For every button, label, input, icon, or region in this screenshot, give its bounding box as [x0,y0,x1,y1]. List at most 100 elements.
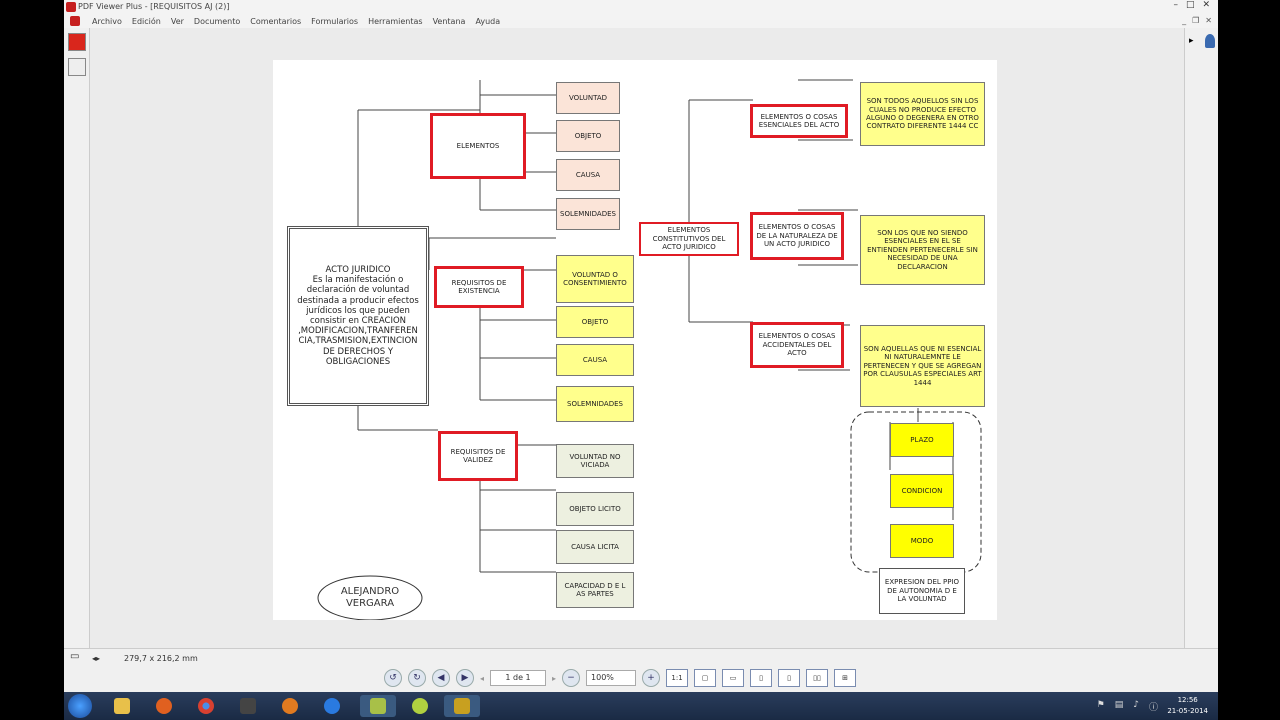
menu-comentarios[interactable]: Comentarios [250,17,301,26]
doc-restore-icon[interactable]: ❐ [1192,16,1199,25]
document-icon[interactable] [70,16,80,26]
voluntad-no-viciada-box: VOLUNTAD NO VICIADA [556,444,634,478]
zoom-in-icon[interactable]: + [642,669,661,687]
start-button-icon[interactable] [68,694,92,718]
page-input[interactable]: 1 de 1 [490,670,547,686]
media-player-icon [156,698,172,714]
requisitos-existencia-box: REQUISITOS DE EXISTENCIA [434,266,524,308]
objeto-licito-box: OBJETO LICITO [556,492,634,526]
comment-icon[interactable]: ▭ [70,651,79,662]
firefox-icon [282,698,298,714]
autonomia-box: EXPRESION DEL PPIO DE AUTONOMIA D E LA V… [879,568,965,614]
causa-box: CAUSA [556,159,620,191]
clock-date: 21-05-2014 [1167,707,1208,715]
single-page-icon[interactable]: ▯ [750,669,773,687]
existencia-solemnidades-box: SOLEMNIDADES [556,386,634,422]
thumbnails-icon[interactable] [68,33,86,51]
ie-taskbar-button[interactable] [314,695,350,717]
menu-documento[interactable]: Documento [194,17,240,26]
actual-size-icon[interactable]: 1:1 [666,669,689,687]
pdf-taskbar-button[interactable] [360,695,396,717]
app-logo-icon [66,2,76,12]
recorder-taskbar-button[interactable] [444,695,480,717]
pdf-viewer-icon [370,698,386,714]
folder-icon [114,698,130,714]
requisitos-validez-box: REQUISITOS DE VALIDEZ [438,431,518,481]
rotate-left-icon[interactable]: ↺ [384,669,402,687]
app-icon [240,698,256,714]
explorer-taskbar-button[interactable] [104,695,140,717]
maximize-icon[interactable]: □ [1186,0,1195,10]
app-taskbar-button[interactable] [230,695,266,717]
author-label: ALEJANDRO VERGARA [340,586,400,609]
internet-explorer-icon [324,698,340,714]
rotate-right-icon[interactable]: ↻ [408,669,426,687]
volume-icon[interactable]: ♪ [1133,700,1139,713]
acto-juridico-box: ACTO JURIDICO Es la manifestación o decl… [287,226,429,406]
menu-herramientas[interactable]: Herramientas [368,17,423,26]
zoom-select[interactable]: 100% [586,670,637,686]
minimize-icon[interactable]: – [1173,0,1178,10]
causa-licita-box: CAUSA LICITA [556,530,634,564]
close-icon[interactable]: ✕ [1202,0,1210,10]
window-title: PDF Viewer Plus - [REQUISITOS AJ (2)] [78,2,230,11]
tool-taskbar-button[interactable] [402,695,438,717]
firefox-taskbar-button[interactable] [272,695,308,717]
network-icon[interactable]: ▤ [1115,700,1124,713]
info-icon[interactable]: ⓘ [1149,700,1158,713]
condicion-box: CONDICION [890,474,954,508]
status-bar: ▭ ◂▸ 279,7 x 216,2 mm ↺ ↻ ◀ ▶ ◂ 1 de 1 ▸… [64,648,1218,692]
clock[interactable]: 12:56 21-05-2014 [1167,695,1208,717]
menu-archivo[interactable]: Archivo [92,17,122,26]
menu-ventana[interactable]: Ventana [433,17,466,26]
cover-icon[interactable]: ⊞ [834,669,857,687]
continuous-icon[interactable]: ▯ [778,669,801,687]
modo-box: MODO [890,524,954,558]
zoom-out-icon[interactable]: − [562,669,581,687]
left-panel [64,28,90,648]
app-window: PDF Viewer Plus - [REQUISITOS AJ (2)] – … [64,0,1218,720]
right-panel: ▸ [1184,28,1218,648]
flag-icon[interactable]: ⚑ [1097,700,1105,713]
taskbar: ⚑ ▤ ♪ ⓘ 12:56 21-05-2014 [64,692,1218,720]
voluntad-consentimiento-box: VOLUNTAD O CONSENTIMIENTO [556,255,634,303]
esenciales-box: ELEMENTOS O COSAS ESENCIALES DEL ACTO [750,104,848,138]
doc-close-icon[interactable]: ✕ [1205,16,1212,25]
media-taskbar-button[interactable] [146,695,182,717]
menu-formularios[interactable]: Formularios [311,17,358,26]
bookmarks-icon[interactable] [68,58,86,76]
chrome-taskbar-button[interactable] [188,695,224,717]
title-bar: PDF Viewer Plus - [REQUISITOS AJ (2)] – … [64,0,1218,14]
recorder-icon [454,698,470,714]
menu-bar: Archivo Edición Ver Documento Comentario… [64,14,1218,28]
menu-edicion[interactable]: Edición [132,17,161,26]
chrome-icon [198,698,214,714]
next-page-icon[interactable]: ▸ [552,674,556,683]
document-viewer[interactable]: ACTO JURIDICO Es la manifestación o decl… [90,28,1184,648]
doc-minimize-icon[interactable]: _ [1182,16,1186,25]
prev-page-icon[interactable]: ◂ [480,674,484,683]
capacidad-partes-box: CAPACIDAD D E L AS PARTES [556,572,634,608]
naturaleza-box: ELEMENTOS O COSAS DE LA NATURALEZA DE UN… [750,212,844,260]
forward-icon[interactable]: ▶ [456,669,474,687]
plazo-box: PLAZO [890,423,954,457]
esenciales-desc-box: SON TODOS AQUELLOS SIN LOS CUALES NO PRO… [860,82,985,146]
page-size: 279,7 x 216,2 mm [124,654,198,663]
naturaleza-desc-box: SON LOS QUE NO SIENDO ESENCIALES EN EL S… [860,215,985,285]
menu-ver[interactable]: Ver [171,17,184,26]
existencia-causa-box: CAUSA [556,344,634,376]
back-icon[interactable]: ◀ [432,669,450,687]
facing-icon[interactable]: ▯▯ [806,669,829,687]
resize-icon[interactable]: ◂▸ [92,654,100,663]
accidentales-box: ELEMENTOS O COSAS ACCIDENTALES DEL ACTO [750,322,844,368]
expand-arrow-icon[interactable]: ▸ [1189,36,1194,46]
user-icon[interactable] [1205,34,1215,48]
objeto-box: OBJETO [556,120,620,152]
fit-page-icon[interactable]: ▢ [694,669,717,687]
elementos-box: ELEMENTOS [430,113,526,179]
menu-ayuda[interactable]: Ayuda [475,17,500,26]
pdf-page: ACTO JURIDICO Es la manifestación o decl… [273,60,997,620]
accidentales-desc-box: SON AQUELLAS QUE NI ESENCIAL NI NATURALE… [860,325,985,407]
existencia-objeto-box: OBJETO [556,306,634,338]
fit-width-icon[interactable]: ▭ [722,669,745,687]
